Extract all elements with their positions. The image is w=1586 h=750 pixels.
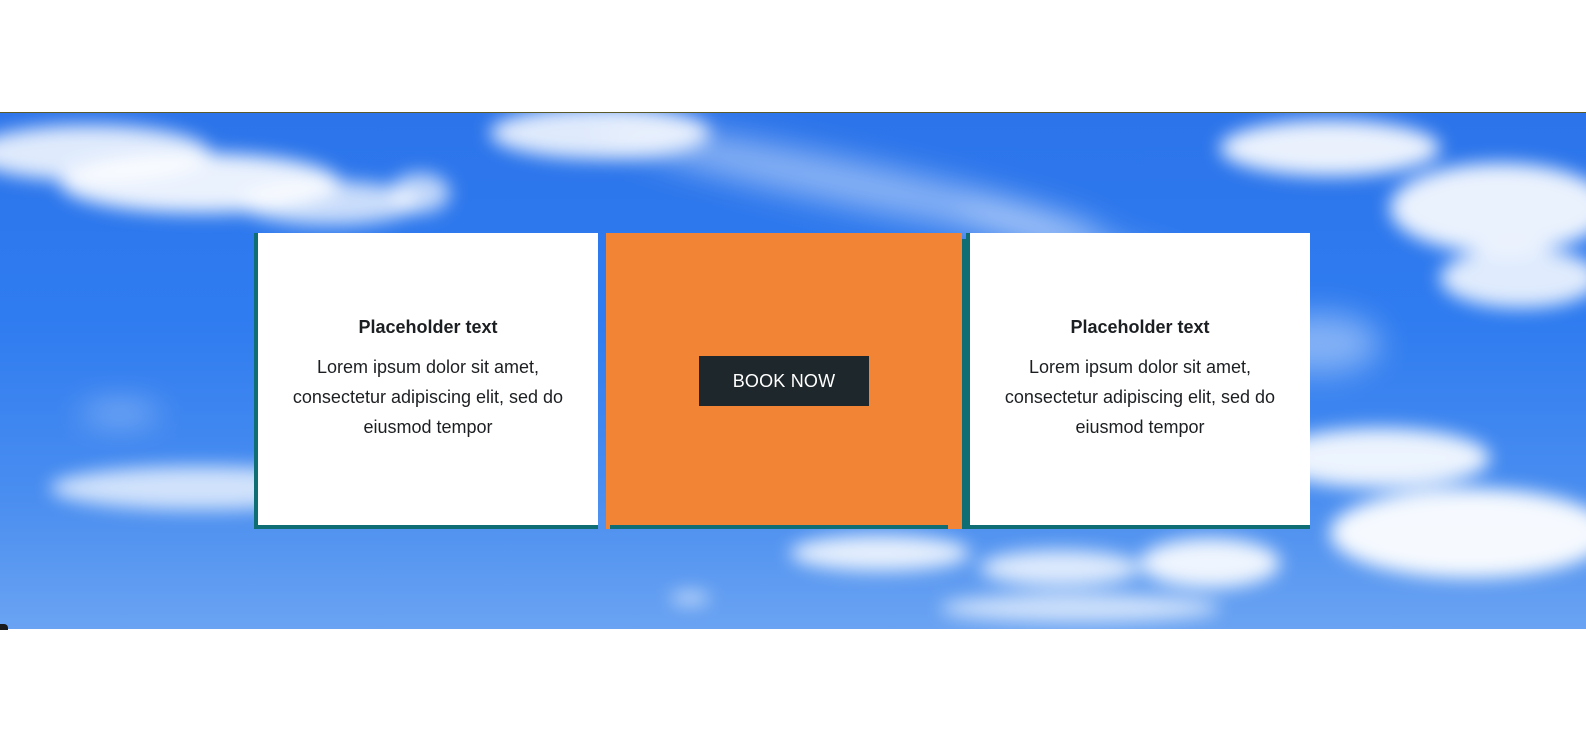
card-title: Placeholder text — [358, 316, 498, 337]
page: Placeholder text Lorem ipsum dolor sit a… — [0, 0, 1586, 750]
book-now-button[interactable]: BOOK NOW — [699, 356, 869, 406]
info-card-left: Placeholder text Lorem ipsum dolor sit a… — [254, 233, 598, 529]
corner-mark — [0, 624, 8, 630]
info-card-right: Placeholder text Lorem ipsum dolor sit a… — [966, 233, 1310, 529]
booking-card: BOOK NOW — [606, 233, 962, 529]
hero-banner: Placeholder text Lorem ipsum dolor sit a… — [0, 112, 1586, 629]
card-body-text: Lorem ipsum dolor sit amet, consectetur … — [1004, 356, 1276, 437]
card-title: Placeholder text — [1070, 316, 1210, 337]
card-body-text: Lorem ipsum dolor sit amet, consectetur … — [292, 356, 564, 437]
booking-card-accent-border — [610, 525, 948, 529]
